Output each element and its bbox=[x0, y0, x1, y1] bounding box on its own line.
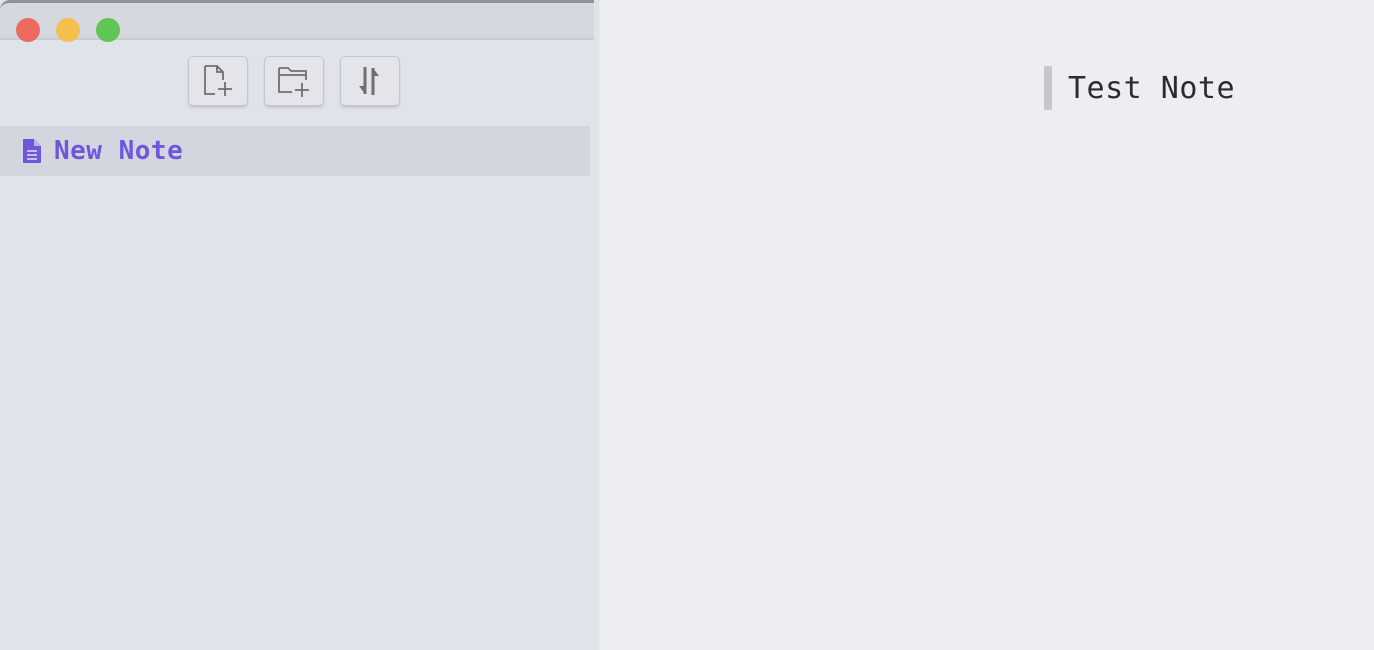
sort-button[interactable] bbox=[340, 56, 400, 106]
new-file-icon bbox=[201, 64, 235, 98]
editor-heading[interactable]: Test Note bbox=[1044, 66, 1235, 110]
sort-icon bbox=[355, 64, 385, 98]
new-folder-button[interactable] bbox=[264, 56, 324, 106]
app-window: New Note Test Note bbox=[0, 0, 1374, 650]
note-list: New Note bbox=[0, 126, 590, 176]
note-list-item[interactable]: New Note bbox=[0, 126, 590, 176]
sidebar-toolbar bbox=[0, 56, 594, 108]
sidebar: New Note bbox=[0, 0, 600, 650]
heading-text[interactable]: Test Note bbox=[1068, 71, 1235, 106]
heading-quote-bar bbox=[1044, 66, 1052, 110]
title-bar bbox=[0, 0, 594, 42]
minimize-window-button[interactable] bbox=[56, 18, 80, 42]
sidebar-content: New Note bbox=[0, 0, 594, 650]
close-window-button[interactable] bbox=[16, 18, 40, 42]
new-note-button[interactable] bbox=[188, 56, 248, 106]
note-title: New Note bbox=[54, 136, 184, 166]
new-folder-icon bbox=[276, 64, 312, 98]
editor-pane[interactable]: Test Note bbox=[600, 0, 1374, 650]
maximize-window-button[interactable] bbox=[96, 18, 120, 42]
document-icon bbox=[22, 138, 44, 164]
